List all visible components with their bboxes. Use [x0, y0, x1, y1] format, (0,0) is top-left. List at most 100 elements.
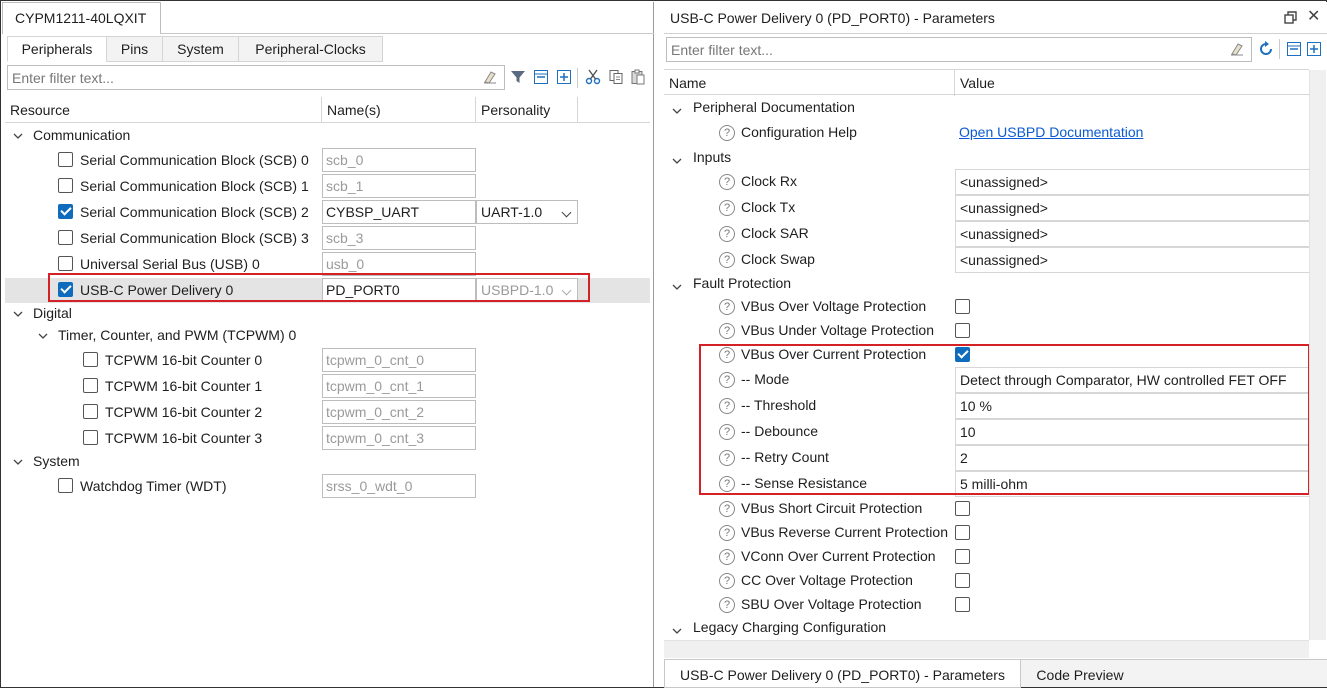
help-icon[interactable]: ?: [719, 597, 735, 613]
chevron-down-icon[interactable]: [13, 309, 23, 319]
group-digital[interactable]: Digital: [33, 305, 72, 321]
checkbox-3[interactable]: [58, 230, 73, 245]
help-icon[interactable]: ?: [719, 323, 735, 339]
param-vbus_scp-checkbox[interactable]: [955, 501, 970, 516]
help-icon[interactable]: ?: [719, 525, 735, 541]
paste-icon[interactable]: [630, 69, 646, 85]
param-clock_sar-value[interactable]: <unassigned>: [955, 221, 1309, 247]
resource-name-field[interactable]: scb_1: [322, 174, 476, 198]
checkbox-8[interactable]: [83, 404, 98, 419]
section-doc[interactable]: Peripheral Documentation: [693, 99, 855, 115]
help-icon[interactable]: ?: [719, 252, 735, 268]
help-icon[interactable]: ?: [719, 501, 735, 517]
resource-name-field[interactable]: CYBSP_UART: [322, 200, 476, 224]
tab-system[interactable]: System: [162, 36, 239, 62]
chevron-down-icon[interactable]: [38, 331, 48, 341]
chevron-down-icon[interactable]: [13, 457, 23, 467]
section-legacy[interactable]: Legacy Charging Configuration: [693, 619, 886, 635]
expand-all-icon[interactable]: [1306, 41, 1322, 57]
resource-name-field[interactable]: tcpwm_0_cnt_1: [322, 374, 476, 398]
close-icon[interactable]: ✕: [1307, 6, 1320, 26]
resource-name-field[interactable]: tcpwm_0_cnt_2: [322, 400, 476, 424]
help-icon[interactable]: ?: [719, 299, 735, 315]
expand-all-icon[interactable]: [556, 69, 572, 85]
help-icon[interactable]: ?: [719, 573, 735, 589]
help-icon[interactable]: ?: [719, 125, 735, 141]
checkbox-9[interactable]: [83, 430, 98, 445]
param-vbus_uvp-checkbox[interactable]: [955, 323, 970, 338]
help-icon[interactable]: ?: [719, 174, 735, 190]
param-sbu_ovp-checkbox[interactable]: [955, 597, 970, 612]
parameters-filter-input[interactable]: Enter filter text...: [666, 37, 1252, 62]
chevron-down-icon[interactable]: [672, 103, 682, 114]
personality-select[interactable]: UART-1.0: [476, 200, 578, 224]
chevron-down-icon[interactable]: [672, 623, 682, 634]
resource-label[interactable]: TCPWM 16-bit Counter 1: [105, 378, 262, 394]
column-resource[interactable]: Resource: [5, 97, 322, 123]
checkbox-10[interactable]: [58, 478, 73, 493]
param-clock_swap-value[interactable]: <unassigned>: [955, 247, 1309, 273]
tab-code-preview[interactable]: Code Preview: [1021, 660, 1139, 688]
checkbox-0[interactable]: [58, 152, 73, 167]
device-tab[interactable]: CYPM1211-40LQXIT: [2, 2, 161, 34]
help-icon[interactable]: ?: [719, 200, 735, 216]
section-fault[interactable]: Fault Protection: [693, 275, 791, 291]
checkbox-2[interactable]: [58, 204, 73, 219]
toolbar-separator: [577, 68, 578, 88]
resource-name-field[interactable]: scb_0: [322, 148, 476, 172]
resource-name-field[interactable]: tcpwm_0_cnt_0: [322, 348, 476, 372]
column-personality[interactable]: Personality: [476, 97, 578, 123]
collapse-all-icon[interactable]: [1286, 41, 1302, 57]
clear-filter-icon[interactable]: [1229, 41, 1245, 57]
tab-pins[interactable]: Pins: [106, 36, 163, 62]
peripherals-filter-input[interactable]: Enter filter text...: [7, 65, 505, 90]
resource-label[interactable]: Serial Communication Block (SCB) 1: [80, 178, 309, 194]
resource-label[interactable]: TCPWM 16-bit Counter 3: [105, 430, 262, 446]
checkbox-1[interactable]: [58, 178, 73, 193]
resource-label[interactable]: Serial Communication Block (SCB) 3: [80, 230, 309, 246]
tab-peripherals[interactable]: Peripherals: [7, 36, 107, 62]
group-system[interactable]: System: [33, 453, 80, 469]
section-inputs[interactable]: Inputs: [693, 149, 731, 165]
refresh-icon[interactable]: [1258, 41, 1274, 57]
param-clock_rx-value[interactable]: <unassigned>: [955, 169, 1309, 195]
param-clock_tx-value[interactable]: <unassigned>: [955, 195, 1309, 221]
group-communication[interactable]: Communication: [33, 127, 130, 143]
cut-icon[interactable]: [585, 69, 601, 85]
resource-label[interactable]: Watchdog Timer (WDT): [80, 478, 227, 494]
chevron-down-icon[interactable]: [13, 131, 23, 141]
resource-label[interactable]: Serial Communication Block (SCB) 0: [80, 152, 309, 168]
horizontal-scrollbar[interactable]: [664, 640, 1309, 658]
help-icon[interactable]: ?: [719, 549, 735, 565]
param-config_help-link[interactable]: Open USBPD Documentation: [959, 124, 1143, 140]
checkbox-6[interactable]: [83, 352, 98, 367]
checkbox-7[interactable]: [83, 378, 98, 393]
chevron-down-icon[interactable]: [672, 153, 682, 164]
restore-window-icon[interactable]: [1284, 11, 1298, 25]
tab-parameters[interactable]: USB-C Power Delivery 0 (PD_PORT0) - Para…: [664, 660, 1021, 688]
param-vbus_rcp-checkbox[interactable]: [955, 525, 970, 540]
resource-label[interactable]: Universal Serial Bus (USB) 0: [80, 256, 260, 272]
clear-filter-icon[interactable]: [482, 69, 498, 85]
group-tcpwm[interactable]: Timer, Counter, and PWM (TCPWM) 0: [58, 327, 296, 343]
resource-label[interactable]: TCPWM 16-bit Counter 0: [105, 352, 262, 368]
filter-icon[interactable]: [510, 69, 526, 85]
tab-peripheral-clocks[interactable]: Peripheral-Clocks: [238, 36, 383, 62]
collapse-all-icon[interactable]: [533, 69, 549, 85]
copy-icon[interactable]: [608, 69, 624, 85]
column-value[interactable]: Value: [955, 70, 1309, 96]
column-name[interactable]: Name: [664, 70, 955, 96]
resource-label[interactable]: TCPWM 16-bit Counter 2: [105, 404, 262, 420]
column-names[interactable]: Name(s): [322, 97, 476, 123]
param-vbus_ovp-checkbox[interactable]: [955, 299, 970, 314]
resource-label[interactable]: Serial Communication Block (SCB) 2: [80, 204, 309, 220]
resource-name-field[interactable]: tcpwm_0_cnt_3: [322, 426, 476, 450]
resource-name-field[interactable]: srss_0_wdt_0: [322, 474, 476, 498]
help-icon[interactable]: ?: [719, 226, 735, 242]
vertical-scrollbar[interactable]: [1309, 70, 1326, 640]
param-vconn_ocp-checkbox[interactable]: [955, 549, 970, 564]
resource-name-field[interactable]: scb_3: [322, 226, 476, 250]
param-cc_ovp-checkbox[interactable]: [955, 573, 970, 588]
chevron-down-icon[interactable]: [672, 279, 682, 290]
checkbox-4[interactable]: [58, 256, 73, 271]
